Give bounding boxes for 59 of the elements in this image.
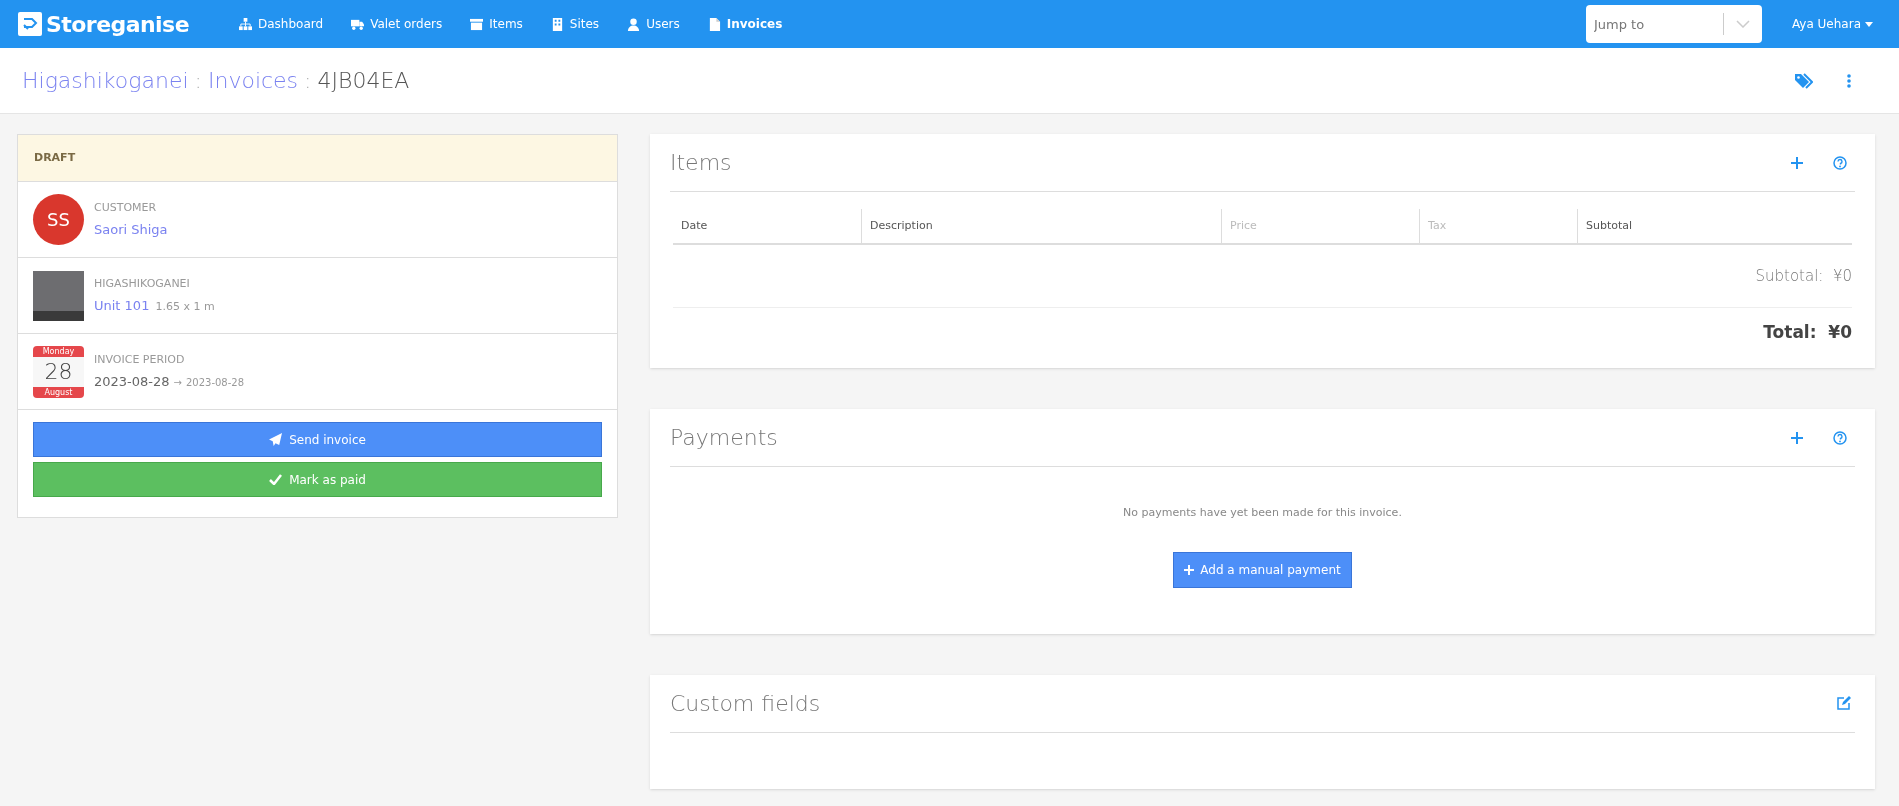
nav-link[interactable]: Valet orders (351, 15, 443, 33)
paper-plane-icon (269, 433, 283, 446)
edit-icon[interactable] (1836, 696, 1851, 711)
add-icon[interactable] (1791, 156, 1803, 169)
truck-icon (351, 17, 365, 31)
column-header: Subtotal (1586, 217, 1633, 234)
column-header: Tax (1428, 217, 1447, 234)
add-icon[interactable] (1791, 431, 1803, 444)
customer-label: CUSTOMER (94, 199, 158, 216)
more-options-icon[interactable] (1847, 73, 1851, 88)
mark-as-paid-button[interactable]: Mark as paid (33, 462, 602, 497)
nav-link[interactable]: Items (470, 15, 523, 33)
plus-icon (1184, 564, 1195, 575)
breadcrumb-link[interactable]: Invoices (207, 64, 299, 97)
panel-title: Payments (670, 424, 778, 452)
add-payment-button[interactable]: Add a manual payment (1173, 551, 1352, 588)
arrow-text: → (173, 376, 182, 390)
caret-icon (1865, 21, 1873, 27)
total-text: Total: ¥0 (1763, 321, 1852, 345)
panel-title: Custom fields (670, 690, 821, 718)
breadcrumb-separator: : (304, 67, 312, 95)
jump-to-select[interactable]: Jump to (1585, 5, 1762, 43)
column-header: Date (681, 217, 708, 234)
nav-link[interactable]: Users (627, 15, 680, 33)
logo-icon (18, 12, 42, 36)
unit-link[interactable]: Unit 101 (94, 296, 150, 316)
unit-size: 1.65 x 1 m (155, 299, 215, 315)
period-end: 2023-08-28 (185, 376, 245, 390)
breadcrumb-link[interactable]: Higashikoganei (22, 64, 189, 97)
site-label: HIGASHIKOGANEI (94, 275, 191, 292)
send-invoice-button[interactable]: Send invoice (33, 422, 602, 457)
customer-link[interactable]: Saori Shiga (94, 220, 168, 240)
tags-icon[interactable] (1795, 72, 1813, 89)
nav-link[interactable]: Invoices (707, 15, 783, 33)
nav-link[interactable]: Sites (550, 15, 600, 33)
empty-message: No payments have yet been made for this invoice. (1123, 505, 1402, 521)
period-start: 2023-08-28 (94, 373, 170, 391)
invoice-number: 4JB04EA (317, 67, 410, 95)
customer-avatar: SS (33, 194, 84, 245)
user-menu[interactable]: Aya Uehara (1791, 15, 1873, 33)
period-label: INVOICE PERIOD (94, 351, 186, 368)
brand-logo[interactable]: Storeganise (46, 7, 189, 41)
column-header: Price (1230, 217, 1257, 234)
nav-link[interactable]: Dashboard (239, 15, 324, 33)
status-label: DRAFT (34, 149, 76, 166)
archive-icon (470, 17, 484, 31)
help-icon[interactable] (1833, 155, 1847, 170)
breadcrumb-separator: : (194, 67, 202, 95)
file-icon (707, 17, 721, 31)
panel-title: Items (670, 149, 732, 177)
user-icon (627, 17, 641, 31)
calendar-date-icon: Monday 28 August (33, 345, 84, 398)
checkmark-icon (269, 474, 283, 485)
photo-placeholder (33, 270, 84, 321)
sitemap-icon (239, 17, 252, 31)
help-icon[interactable] (1833, 430, 1847, 445)
subtotal-text: Subtotal: ¥0 (1755, 265, 1852, 287)
column-header: Description (870, 217, 933, 234)
building-icon (550, 17, 564, 31)
